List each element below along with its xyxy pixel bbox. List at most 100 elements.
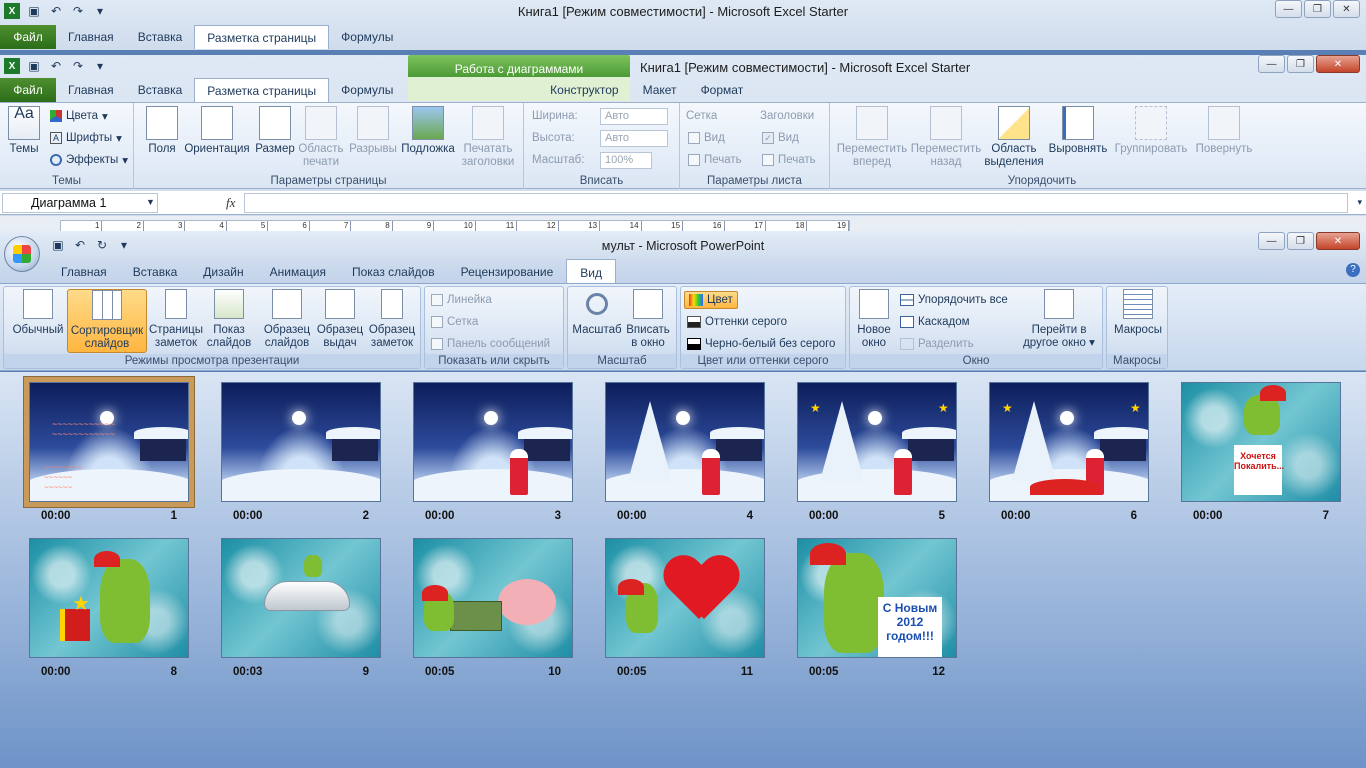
tab-insert[interactable]: Вставка — [120, 259, 191, 283]
tab-design[interactable]: Дизайн — [190, 259, 256, 283]
new-window-button[interactable]: Новое окно — [852, 289, 896, 350]
handout-master-button[interactable]: Образец выдач — [313, 289, 367, 350]
tab-format[interactable]: Формат — [689, 78, 756, 102]
gridlines-print-checkbox[interactable] — [688, 154, 700, 166]
slide-thumbnail[interactable]: 00:00 3 — [413, 382, 573, 522]
send-backward-button[interactable]: Переместить назад — [910, 106, 982, 169]
cascade-button[interactable]: Каскадом — [900, 313, 970, 331]
print-area-button[interactable]: Область печати — [296, 106, 346, 169]
help-icon[interactable]: ? — [1346, 263, 1360, 277]
headings-print-checkbox[interactable] — [762, 154, 774, 166]
notes-page-button[interactable]: Страницы заметок — [148, 289, 204, 350]
size-button[interactable]: Размер — [254, 106, 296, 156]
undo-icon[interactable]: ↶ — [48, 58, 64, 74]
themes-button[interactable]: Aa Темы — [6, 106, 42, 156]
zoom-button[interactable]: Масштаб — [572, 289, 622, 337]
tab-home[interactable]: Главная — [56, 25, 126, 49]
expand-formula-icon[interactable]: ▾ — [1357, 197, 1362, 208]
tab-insert[interactable]: Вставка — [126, 25, 195, 49]
slide-thumbnail[interactable]: 00:00 2 — [221, 382, 381, 522]
tab-insert[interactable]: Вставка — [126, 78, 195, 102]
formula-input[interactable] — [244, 193, 1348, 213]
slide-thumbnail[interactable]: ★ ★ 00:00 5 — [797, 382, 957, 522]
tab-file[interactable]: Файл — [0, 25, 56, 49]
tab-view[interactable]: Вид — [566, 259, 616, 283]
slide-thumbnail[interactable]: ~~~~~~~~~~~~ ~~~~~~~~~~~~ ~~~~~~~~ ~~~~~~ ~~… — [23, 376, 195, 522]
slide-thumbnail[interactable]: 00:05 10 — [413, 538, 573, 678]
gridlines-view[interactable]: Вид — [688, 129, 725, 147]
bring-forward-button[interactable]: Переместить вперед — [836, 106, 908, 169]
tab-slide-show[interactable]: Показ слайдов — [339, 259, 448, 283]
minimize-button[interactable]: — — [1275, 0, 1302, 18]
office-button[interactable] — [4, 236, 40, 272]
fit-to-window-button[interactable]: Вписать в окно — [622, 289, 674, 350]
slide-sorter-button[interactable]: Сортировщик слайдов — [67, 289, 147, 353]
color-button[interactable]: Цвет — [684, 291, 738, 309]
name-box[interactable]: Диаграмма 1 — [2, 193, 158, 213]
split-button[interactable]: Разделить — [900, 335, 974, 353]
close-button[interactable]: ✕ — [1316, 55, 1360, 73]
scale-field[interactable]: 100% — [600, 151, 652, 169]
tab-page-layout[interactable]: Разметка страницы — [194, 78, 330, 102]
redo-icon[interactable]: ↷ — [70, 58, 86, 74]
fonts-button[interactable]: A Шрифты ▾ — [50, 129, 122, 147]
minimize-button[interactable]: — — [1258, 232, 1285, 250]
print-titles-button[interactable]: Печатать заголовки — [458, 106, 518, 169]
switch-windows-button[interactable]: Перейти в другое окно ▾ — [1018, 289, 1100, 350]
headings-view[interactable]: ✓ Вид — [762, 129, 799, 147]
width-field[interactable]: Авто — [600, 107, 668, 125]
customize-qat-icon[interactable]: ▾ — [92, 58, 108, 74]
close-button[interactable]: ✕ — [1333, 0, 1360, 18]
message-bar-checkbox[interactable] — [431, 338, 443, 350]
save-icon[interactable]: ▣ — [26, 58, 42, 74]
tab-animation[interactable]: Анимация — [257, 259, 339, 283]
tab-home[interactable]: Главная — [56, 78, 126, 102]
restore-button[interactable]: ❐ — [1304, 0, 1331, 18]
orientation-button[interactable]: Ориентация — [182, 106, 252, 156]
minimize-button[interactable]: — — [1258, 55, 1285, 73]
gridlines-view-checkbox[interactable] — [688, 132, 700, 144]
grayscale-button[interactable]: Оттенки серого — [687, 313, 787, 331]
close-button[interactable]: ✕ — [1316, 232, 1360, 250]
insert-function-icon[interactable]: fx — [226, 195, 235, 211]
effects-button[interactable]: Эффекты ▾ — [50, 151, 128, 169]
slide-thumbnail[interactable]: 00:03 9 — [221, 538, 381, 678]
slide-master-button[interactable]: Образец слайдов — [260, 289, 314, 350]
margins-button[interactable]: Поля — [142, 106, 182, 156]
tab-page-layout[interactable]: Разметка страницы — [194, 25, 330, 49]
group-button[interactable]: Группировать — [1110, 106, 1192, 156]
tab-layout[interactable]: Макет — [631, 78, 689, 102]
message-bar-option[interactable]: Панель сообщений — [431, 335, 550, 353]
gridlines-print[interactable]: Печать — [688, 151, 742, 169]
headings-view-checkbox[interactable]: ✓ — [762, 132, 774, 144]
arrange-all-button[interactable]: Упорядочить все — [900, 291, 1008, 309]
slide-thumbnail[interactable]: 00:00 4 — [605, 382, 765, 522]
tab-review[interactable]: Рецензирование — [448, 259, 567, 283]
height-field[interactable]: Авто — [600, 129, 668, 147]
tab-formulas[interactable]: Формулы — [329, 25, 405, 49]
ruler-option[interactable]: Линейка — [431, 291, 492, 309]
selection-pane-button[interactable]: Область выделения — [982, 106, 1046, 169]
gridlines-checkbox[interactable] — [431, 316, 443, 328]
align-button[interactable]: Выровнять — [1046, 106, 1110, 156]
name-box-dropdown-icon[interactable]: ▼ — [146, 197, 155, 207]
breaks-button[interactable]: Разрывы — [348, 106, 398, 156]
notes-master-button[interactable]: Образец заметок — [365, 289, 419, 350]
restore-button[interactable]: ❐ — [1287, 232, 1314, 250]
colors-button[interactable]: Цвета ▾ — [50, 107, 108, 125]
tab-file[interactable]: Файл — [0, 78, 56, 102]
headings-print[interactable]: Печать — [762, 151, 816, 169]
rotate-button[interactable]: Повернуть — [1192, 106, 1256, 156]
black-white-button[interactable]: Черно-белый без серого — [687, 335, 835, 353]
slide-thumbnail[interactable]: Хочется Покалить... 00:00 7 — [1181, 382, 1341, 522]
tab-home[interactable]: Главная — [48, 259, 120, 283]
background-button[interactable]: Подложка — [398, 106, 458, 156]
tab-formulas[interactable]: Формулы — [329, 78, 538, 102]
tab-design[interactable]: Конструктор — [538, 78, 630, 102]
macros-button[interactable]: Макросы — [1110, 289, 1166, 337]
slide-show-button[interactable]: Показ слайдов — [204, 289, 254, 350]
slide-thumbnail[interactable]: ★ 00:00 8 — [29, 538, 189, 678]
slide-thumbnail[interactable]: ★ ★ 00:00 6 — [989, 382, 1149, 522]
gridlines-option[interactable]: Сетка — [431, 313, 478, 331]
ruler-checkbox[interactable] — [431, 294, 443, 306]
